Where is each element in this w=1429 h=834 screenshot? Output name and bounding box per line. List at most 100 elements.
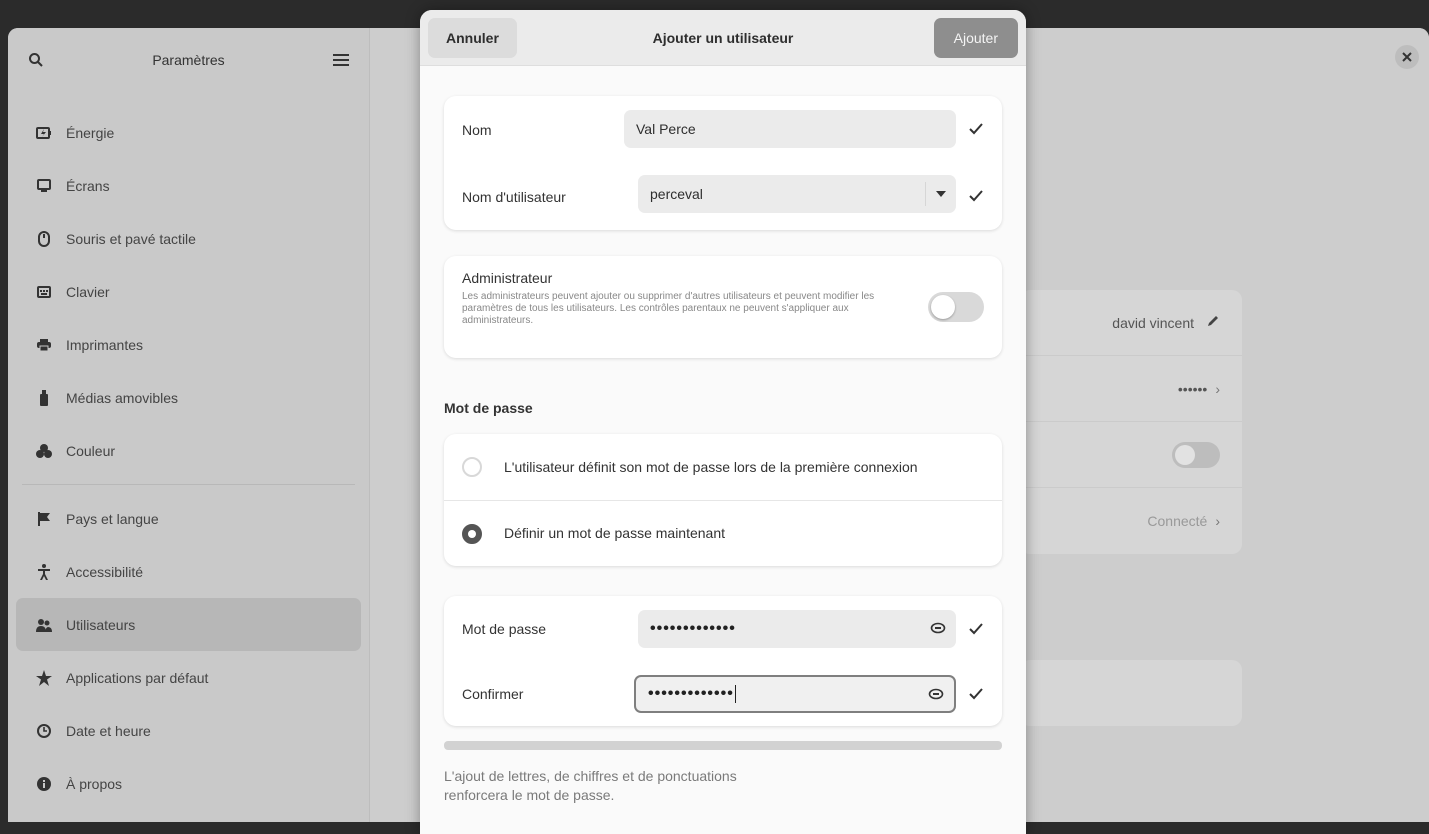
users-icon [36, 617, 52, 633]
sidebar-item-energie[interactable]: Énergie [16, 106, 361, 159]
sidebar-separator [22, 484, 355, 485]
name-field[interactable]: Val Perce [624, 110, 956, 148]
sidebar-header: Paramètres [8, 28, 369, 92]
chevron-right-icon: › [1215, 380, 1220, 397]
dropdown-arrow-icon[interactable] [925, 182, 946, 206]
admin-text: Administrateur Les administrateurs peuve… [462, 270, 922, 327]
login-row[interactable]: Connecté › [1020, 488, 1242, 554]
identity-card: Nom Val Perce Nom d'utilisateur perceval [444, 96, 1002, 230]
sidebar-item-label: Utilisateurs [66, 616, 136, 633]
confirm-value: ••••••••••••• [648, 685, 734, 702]
confirm-row: Confirmer ••••••••••••• [444, 661, 1002, 726]
display-icon [36, 178, 52, 194]
mouse-icon [36, 230, 52, 247]
battery-icon [36, 125, 52, 141]
sidebar-item-label: Imprimantes [66, 336, 144, 353]
palette-icon [36, 443, 52, 459]
admin-toggle-row [1020, 422, 1242, 488]
star-icon [36, 669, 52, 686]
check-icon [968, 686, 984, 702]
password-row[interactable]: •••••• › [1020, 356, 1242, 422]
sidebar-item-imprimantes[interactable]: Imprimantes [16, 318, 361, 371]
sidebar-item-label: Écrans [66, 177, 110, 194]
username-combo[interactable]: perceval [638, 175, 956, 213]
printer-icon [36, 337, 52, 353]
password-entry-card: Mot de passe ••••••••••••• Confirmer •••… [444, 596, 1002, 726]
sidebar-item-date-heure[interactable]: Date et heure [16, 704, 361, 757]
add-button[interactable]: Ajouter [933, 18, 1018, 58]
sidebar-item-medias-amovibles[interactable]: Médias amovibles [16, 371, 361, 424]
radio-option-first-login[interactable]: L'utilisateur définit son mot de passe l… [444, 434, 1002, 500]
admin-description: Les administrateurs peuvent ajouter ou s… [462, 291, 875, 326]
username-row: Nom d'utilisateur perceval [444, 163, 1002, 230]
sidebar-item-utilisateurs[interactable]: Utilisateurs [16, 598, 361, 651]
check-icon [968, 121, 984, 137]
sidebar-list: Énergie Écrans Souris et pavé tactile Cl… [8, 106, 369, 810]
sidebar-item-label: Clavier [66, 283, 110, 300]
flag-icon [36, 511, 52, 527]
sidebar: Paramètres Énergie Écrans Souris et pavé… [8, 28, 370, 822]
sidebar-item-label: Accessibilité [66, 563, 144, 580]
usb-icon [36, 389, 52, 406]
sidebar-item-applications-defaut[interactable]: Applications par défaut [16, 651, 361, 704]
add-user-dialog: Annuler Ajouter un utilisateur Ajouter N… [420, 10, 1026, 834]
administrator-toggle[interactable] [928, 292, 984, 322]
name-value: Val Perce [636, 121, 696, 137]
confirm-password-field[interactable]: ••••••••••••• [634, 675, 956, 713]
sidebar-item-label: Souris et pavé tactile [66, 230, 196, 247]
text-cursor [734, 685, 736, 703]
password-value: ••••••••••••• [650, 620, 736, 637]
user-details-card: david vincent •••••• › Connecté › [1020, 290, 1242, 554]
dialog-title: Ajouter un utilisateur [652, 29, 794, 46]
password-label: Mot de passe [462, 620, 547, 637]
sidebar-item-label: À propos [66, 775, 123, 792]
check-icon [968, 188, 984, 204]
radio-button-set-now[interactable] [462, 523, 482, 544]
show-password-icon[interactable] [930, 621, 946, 637]
edit-pencil-icon[interactable] [1206, 314, 1220, 331]
accessibility-icon [36, 563, 52, 580]
admin-toggle-switch[interactable] [1172, 441, 1220, 468]
radio-button-first-login[interactable] [462, 457, 482, 477]
radio-option-set-now[interactable]: Définir un mot de passe maintenant [444, 501, 1002, 566]
hamburger-menu-icon[interactable] [331, 50, 351, 70]
password-strength-bar [444, 741, 1002, 750]
sidebar-title: Paramètres [152, 52, 225, 68]
close-icon [1402, 52, 1412, 62]
check-icon [968, 621, 984, 637]
sidebar-item-clavier[interactable]: Clavier [16, 265, 361, 318]
remove-user-card [1020, 660, 1242, 726]
username-value: perceval [650, 186, 703, 202]
show-password-icon[interactable] [928, 687, 944, 703]
keyboard-icon [36, 284, 52, 300]
search-icon[interactable] [26, 50, 46, 70]
clock-icon [36, 723, 52, 739]
login-status: Connecté [1147, 513, 1208, 529]
user-name-row[interactable]: david vincent [1020, 290, 1242, 356]
radio-label-first-login: L'utilisateur définit son mot de passe l… [504, 458, 918, 475]
administrator-card: Administrateur Les administrateurs peuve… [444, 256, 1002, 358]
sidebar-item-label: Couleur [66, 442, 116, 459]
name-row: Nom Val Perce [444, 96, 1002, 163]
sidebar-item-ecrans[interactable]: Écrans [16, 159, 361, 212]
sidebar-item-accessibilite[interactable]: Accessibilité [16, 545, 361, 598]
password-section-heading: Mot de passe [444, 400, 533, 416]
confirm-label: Confirmer [462, 685, 524, 702]
sidebar-item-label: Énergie [66, 124, 115, 141]
username-label: Nom d'utilisateur [462, 188, 566, 205]
info-icon [36, 776, 52, 792]
sidebar-item-a-propos[interactable]: À propos [16, 757, 361, 810]
admin-title: Administrateur [462, 270, 553, 286]
chevron-right-icon: › [1215, 513, 1220, 529]
password-hint: L'ajout de lettres, de chiffres et de po… [444, 768, 737, 803]
password-field[interactable]: ••••••••••••• [638, 610, 956, 648]
sidebar-item-pays-langue[interactable]: Pays et langue [16, 492, 361, 545]
password-row: Mot de passe ••••••••••••• [444, 596, 1002, 661]
sidebar-item-label: Pays et langue [66, 510, 159, 527]
sidebar-item-souris[interactable]: Souris et pavé tactile [16, 212, 361, 265]
close-button[interactable] [1395, 45, 1419, 69]
cancel-button[interactable]: Annuler [428, 18, 517, 58]
sidebar-item-label: Médias amovibles [66, 389, 179, 406]
sidebar-item-label: Applications par défaut [66, 669, 209, 686]
sidebar-item-couleur[interactable]: Couleur [16, 424, 361, 477]
